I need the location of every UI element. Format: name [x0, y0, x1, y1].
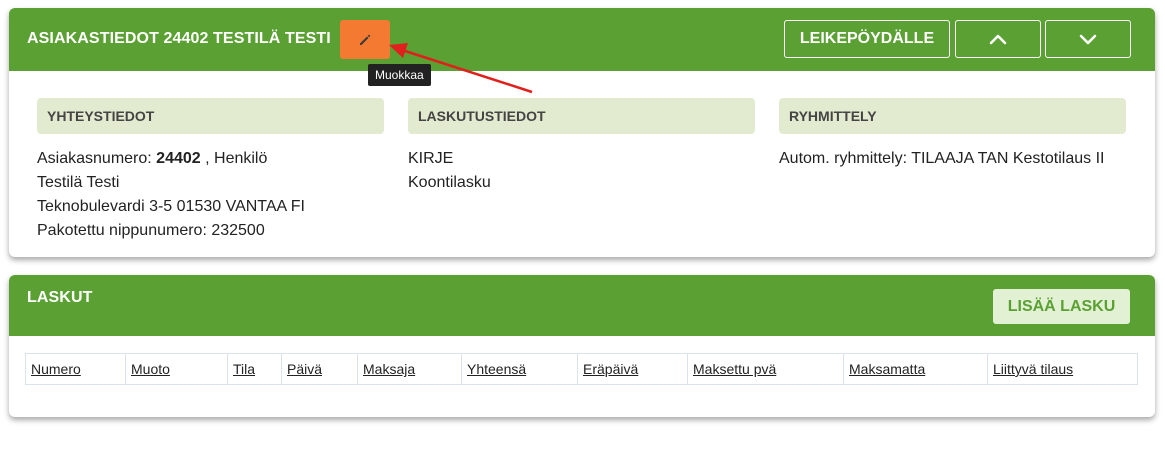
chevron-down-icon [1079, 34, 1097, 45]
column-erapaiva[interactable]: Eräpäivä [583, 361, 638, 377]
column-maksamatta[interactable]: Maksamatta [849, 361, 925, 377]
customer-panel-header: ASIAKASTIEDOT 24402 TESTILÄ TESTI LEIKEP… [9, 8, 1155, 71]
grouping-section: RYHMITTELY Autom. ryhmittely: TILAAJA TA… [779, 98, 1126, 171]
customer-name: Testilä Testi [37, 174, 120, 191]
column-numero[interactable]: Numero [31, 361, 81, 377]
grouping-body: Autom. ryhmittely: TILAAJA TAN Kestotila… [779, 134, 1126, 171]
column-header[interactable]: Liittyvä tilaus [988, 354, 1137, 384]
collapse-button[interactable] [955, 20, 1041, 58]
billing-body: KIRJE Koontilasku [408, 134, 755, 195]
forced-bundle-number: Pakotettu nippunumero: 232500 [37, 222, 265, 239]
column-header[interactable]: Päivä [282, 354, 358, 384]
delivery-method: KIRJE [408, 150, 454, 167]
billing-heading: LASKUTUSTIEDOT [408, 98, 755, 134]
invoices-panel-header: LASKUT LISÄÄ LASKU [9, 275, 1155, 336]
customer-number: 24402 [156, 150, 201, 167]
billing-section: LASKUTUSTIEDOT KIRJE Koontilasku [408, 98, 755, 195]
contact-heading: YHTEYSTIEDOT [37, 98, 384, 134]
auto-grouping: Autom. ryhmittely: TILAAJA TAN Kestotila… [779, 150, 1105, 167]
copy-to-clipboard-button[interactable]: LEIKEPÖYDÄLLE [784, 20, 950, 58]
customer-panel: ASIAKASTIEDOT 24402 TESTILÄ TESTI LEIKEP… [9, 8, 1155, 257]
column-muoto[interactable]: Muoto [131, 361, 170, 377]
column-liittyva-tilaus[interactable]: Liittyvä tilaus [993, 361, 1073, 377]
invoice-type: Koontilasku [408, 174, 491, 191]
column-header[interactable]: Maksaja [358, 354, 462, 384]
column-paiva[interactable]: Päivä [287, 361, 322, 377]
column-header[interactable]: Maksettu pvä [688, 354, 844, 384]
edit-tooltip: Muokkaa [368, 64, 431, 86]
add-invoice-button[interactable]: LISÄÄ LASKU [993, 289, 1130, 324]
customer-address: Teknobulevardi 3-5 01530 VANTAA FI [37, 198, 305, 215]
column-tila[interactable]: Tila [233, 361, 255, 377]
customer-number-label: Asiakasnumero: [37, 150, 157, 167]
column-header[interactable]: Muoto [126, 354, 228, 384]
column-header[interactable]: Numero [26, 354, 126, 384]
invoices-panel-title: LASKUT [27, 289, 93, 306]
column-yhteensa[interactable]: Yhteensä [467, 361, 526, 377]
invoices-panel: LASKUT LISÄÄ LASKU Numero Muoto Tila Päi… [9, 275, 1155, 417]
column-header[interactable]: Tila [228, 354, 282, 384]
grouping-heading: RYHMITTELY [779, 98, 1126, 134]
column-header[interactable]: Eräpäivä [578, 354, 688, 384]
contact-section: YHTEYSTIEDOT Asiakasnumero: 24402 , Henk… [37, 98, 384, 243]
customer-type: , Henkilö [200, 150, 268, 167]
chevron-up-icon [989, 34, 1007, 45]
column-maksettu-pva[interactable]: Maksettu pvä [693, 361, 776, 377]
edit-button[interactable] [340, 20, 390, 59]
contact-body: Asiakasnumero: 24402 , Henkilö Testilä T… [37, 134, 384, 243]
column-maksaja[interactable]: Maksaja [363, 361, 415, 377]
column-header[interactable]: Yhteensä [462, 354, 578, 384]
invoices-table-header: Numero Muoto Tila Päivä Maksaja Yhteensä… [25, 353, 1138, 385]
expand-button[interactable] [1045, 20, 1131, 58]
column-header[interactable]: Maksamatta [844, 354, 988, 384]
pencil-icon [360, 34, 371, 45]
customer-number-line: Asiakasnumero: 24402 , Henkilö [37, 147, 384, 171]
customer-panel-title: ASIAKASTIEDOT 24402 TESTILÄ TESTI [27, 30, 331, 47]
